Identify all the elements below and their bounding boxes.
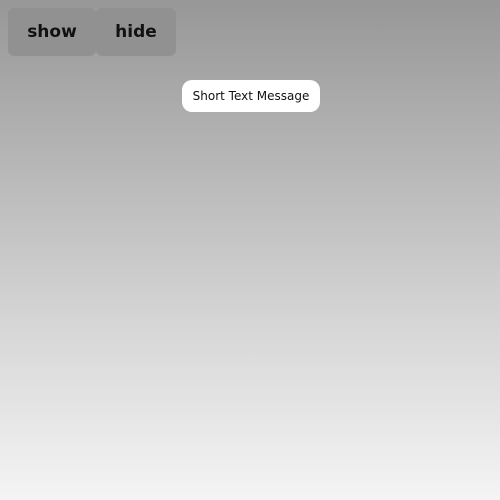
show-button[interactable]: show [8,8,96,56]
toast-message: Short Text Message [182,80,320,112]
hide-button[interactable]: hide [96,8,176,56]
